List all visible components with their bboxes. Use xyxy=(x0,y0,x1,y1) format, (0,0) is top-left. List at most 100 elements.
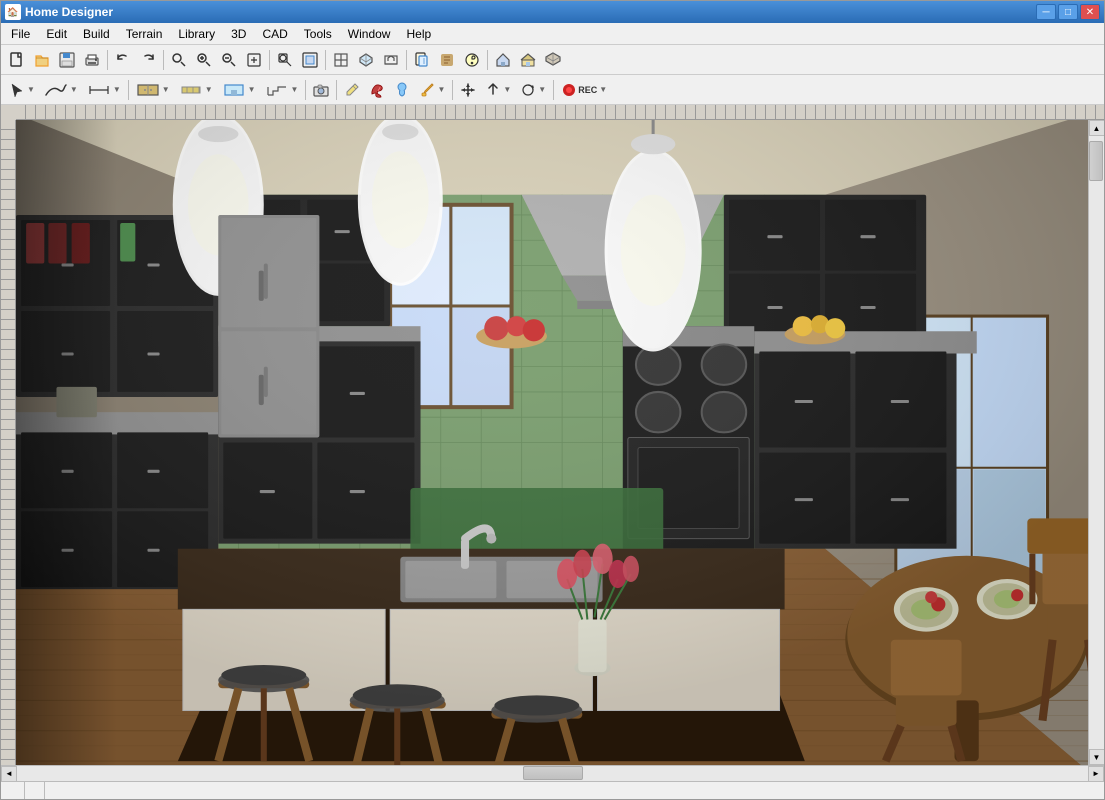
sep-t2-2 xyxy=(305,80,306,100)
dimension-tool-button[interactable]: ▼ xyxy=(83,78,125,102)
zoom-magnify-button[interactable] xyxy=(167,48,191,72)
ruler-top-row xyxy=(1,105,1104,120)
house-front-button[interactable] xyxy=(516,48,540,72)
toolbar-2: ▼ ▼ ▼ ▼ xyxy=(1,75,1104,105)
app-icon: 🏠 xyxy=(5,4,21,20)
rec-label: REC xyxy=(578,85,597,95)
menu-tools[interactable]: Tools xyxy=(296,24,340,44)
main-content: ▲ ▼ ◄ ► xyxy=(1,105,1104,781)
maximize-button[interactable]: □ xyxy=(1058,4,1078,20)
polyline-dropdown-arrow: ▼ xyxy=(70,85,78,94)
close-button[interactable]: ✕ xyxy=(1080,4,1100,20)
house-exterior-button[interactable] xyxy=(491,48,515,72)
sep-t2-4 xyxy=(452,80,453,100)
stairs-tool-button[interactable]: ▼ xyxy=(261,78,303,102)
rec-button[interactable]: REC ▼ xyxy=(557,78,611,102)
zoom-in-button[interactable] xyxy=(192,48,216,72)
viewport-area: ▲ ▼ xyxy=(1,120,1104,765)
window-title: Home Designer xyxy=(25,5,113,19)
move-tool-button[interactable]: ▼ xyxy=(481,78,515,102)
menu-library[interactable]: Library xyxy=(170,24,223,44)
room-dropdown-arrow: ▼ xyxy=(248,85,256,94)
eyedropper-dropdown-arrow: ▼ xyxy=(437,85,445,94)
materials-button[interactable] xyxy=(435,48,459,72)
title-bar-left: 🏠 Home Designer xyxy=(5,4,113,20)
sep4 xyxy=(325,50,326,70)
scroll-right-arrow[interactable]: ► xyxy=(1088,766,1104,782)
scroll-track-bottom[interactable] xyxy=(17,766,1088,782)
zoom-window-button[interactable] xyxy=(273,48,297,72)
move-button[interactable] xyxy=(456,78,480,102)
fit-window-button[interactable] xyxy=(242,48,266,72)
pencil-button[interactable] xyxy=(340,78,364,102)
room-tool-button[interactable]: ▼ xyxy=(218,78,260,102)
menu-cad[interactable]: CAD xyxy=(254,24,295,44)
3d-view-button[interactable] xyxy=(354,48,378,72)
zoom-out-button[interactable] xyxy=(217,48,241,72)
cabinet-tool-button[interactable]: ▼ xyxy=(132,78,174,102)
select-tool-button[interactable]: ▼ xyxy=(5,78,39,102)
kitchen-scene xyxy=(16,120,1088,765)
menu-edit[interactable]: Edit xyxy=(38,24,75,44)
viewport-wrapper: ▲ ▼ ◄ ► xyxy=(1,105,1104,781)
menu-terrain[interactable]: Terrain xyxy=(118,24,171,44)
house-iso-button[interactable] xyxy=(541,48,565,72)
sep-t2-3 xyxy=(336,80,337,100)
status-panel-1 xyxy=(5,782,25,799)
scroll-up-arrow[interactable]: ▲ xyxy=(1089,120,1105,136)
scroll-left-arrow[interactable]: ◄ xyxy=(1,766,17,782)
sep2 xyxy=(163,50,164,70)
elevation-button[interactable] xyxy=(379,48,403,72)
sep6 xyxy=(487,50,488,70)
toolbar-1 xyxy=(1,45,1104,75)
status-coords xyxy=(33,785,36,797)
new-button[interactable] xyxy=(5,48,29,72)
scroll-track-right[interactable] xyxy=(1089,136,1105,749)
menu-build[interactable]: Build xyxy=(75,24,118,44)
help-pointer-button[interactable] xyxy=(460,48,484,72)
scroll-thumb-right[interactable] xyxy=(1089,141,1103,181)
ruler-left xyxy=(1,120,16,765)
zoom-extents-button[interactable] xyxy=(298,48,322,72)
wall-tool-button[interactable]: ▼ xyxy=(175,78,217,102)
kitchen-render xyxy=(16,120,1088,765)
title-bar: 🏠 Home Designer ─ □ ✕ xyxy=(1,1,1104,23)
print-button[interactable] xyxy=(80,48,104,72)
sep1 xyxy=(107,50,108,70)
save-button[interactable] xyxy=(55,48,79,72)
material-button[interactable] xyxy=(390,78,414,102)
eyedropper-button[interactable]: ▼ xyxy=(415,78,449,102)
paint-button[interactable] xyxy=(365,78,389,102)
scrollbar-bottom: ◄ ► xyxy=(1,765,1104,781)
ruler-top xyxy=(16,105,1104,120)
open-button[interactable] xyxy=(30,48,54,72)
minimize-button[interactable]: ─ xyxy=(1036,4,1056,20)
redo-button[interactable] xyxy=(136,48,160,72)
polyline-tool-button[interactable]: ▼ xyxy=(40,78,82,102)
transform-button[interactable]: ▼ xyxy=(516,78,550,102)
menu-file[interactable]: File xyxy=(3,24,38,44)
menu-window[interactable]: Window xyxy=(340,24,399,44)
scroll-down-arrow[interactable]: ▼ xyxy=(1089,749,1105,765)
menu-bar: File Edit Build Terrain Library 3D CAD T… xyxy=(1,23,1104,45)
move-dropdown-arrow: ▼ xyxy=(503,85,511,94)
wall-dropdown-arrow: ▼ xyxy=(205,85,213,94)
sep-t2-1 xyxy=(128,80,129,100)
ruler-corner xyxy=(1,105,16,120)
canvas-area[interactable] xyxy=(16,120,1088,765)
menu-help[interactable]: Help xyxy=(398,24,439,44)
floor-plan-button[interactable] xyxy=(329,48,353,72)
select-dropdown-arrow: ▼ xyxy=(27,85,35,94)
camera-button[interactable] xyxy=(309,78,333,102)
scrollbar-right: ▲ ▼ xyxy=(1088,120,1104,765)
sep-t2-5 xyxy=(553,80,554,100)
dimension-dropdown-arrow: ▼ xyxy=(113,85,121,94)
send-to-layout-button[interactable] xyxy=(410,48,434,72)
undo-button[interactable] xyxy=(111,48,135,72)
menu-3d[interactable]: 3D xyxy=(223,24,254,44)
scroll-thumb-bottom[interactable] xyxy=(523,766,583,780)
title-controls: ─ □ ✕ xyxy=(1036,4,1100,20)
sep5 xyxy=(406,50,407,70)
stairs-dropdown-arrow: ▼ xyxy=(291,85,299,94)
sep3 xyxy=(269,50,270,70)
